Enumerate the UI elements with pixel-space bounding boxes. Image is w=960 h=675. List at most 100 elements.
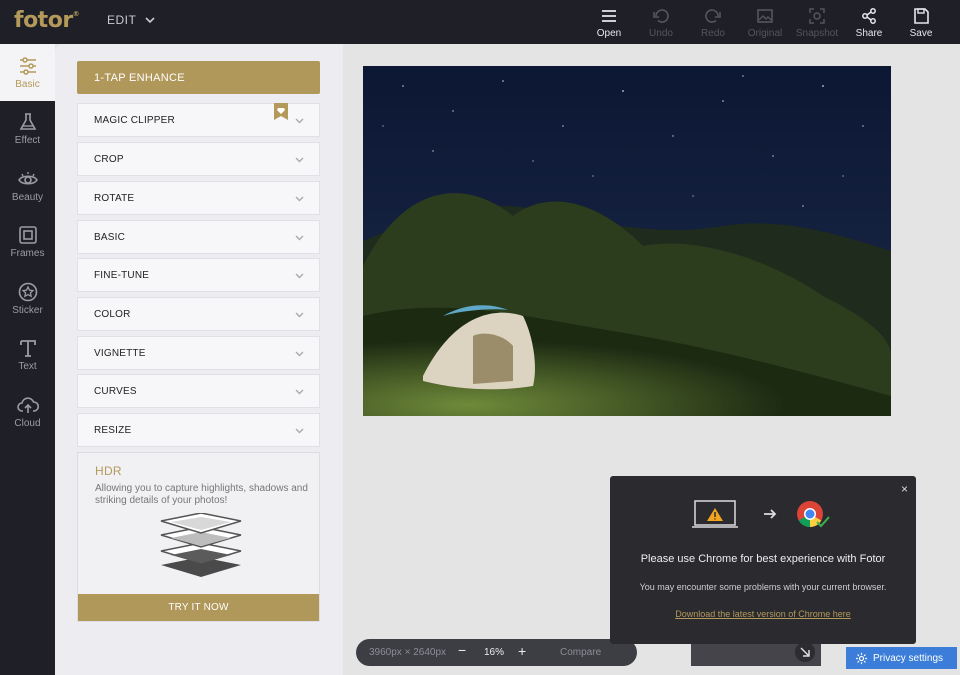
tool-label: RESIZE (94, 424, 132, 436)
fotor-logo[interactable]: fotor® (14, 8, 80, 33)
sidebar-item-label: Sticker (12, 304, 43, 316)
tool-rotate[interactable]: ROTATE (77, 181, 320, 215)
camera-icon (809, 8, 825, 24)
undo-label: Undo (649, 28, 673, 39)
save-label: Save (909, 28, 933, 39)
snapshot-label: Snapshot (795, 28, 839, 39)
frame-icon (18, 226, 37, 245)
tool-resize[interactable]: RESIZE (77, 413, 320, 447)
download-chrome-link[interactable]: Download the latest version of Chrome he… (610, 609, 916, 619)
edit-menu-label: EDIT (107, 13, 137, 27)
text-icon (19, 340, 36, 358)
chevron-down-icon (295, 235, 304, 241)
edit-menu[interactable]: EDIT (107, 13, 155, 27)
chevron-down-icon (145, 16, 155, 23)
close-icon[interactable]: × (901, 482, 908, 496)
undo-button[interactable]: Undo (635, 0, 687, 44)
redo-icon (705, 9, 721, 23)
premium-diamond-icon (274, 103, 288, 120)
snapshot-button[interactable]: Snapshot (791, 0, 843, 44)
tool-fine-tune[interactable]: FINE-TUNE (77, 258, 320, 292)
privacy-settings-button[interactable]: Privacy settings (846, 647, 957, 669)
image-dimensions: 3960px × 2640px (369, 647, 447, 658)
chevron-down-icon (295, 351, 304, 357)
one-tap-enhance-button[interactable]: 1-TAP ENHANCE (77, 61, 320, 94)
popup-title: Please use Chrome for best experience wi… (640, 553, 886, 565)
tool-label: CROP (94, 153, 124, 165)
tool-label: VIGNETTE (94, 347, 146, 359)
chevron-down-icon (295, 312, 304, 318)
eye-icon (17, 171, 38, 185)
flask-icon (19, 113, 36, 131)
zoom-bar: 3960px × 2640px − 16% + Compare (356, 639, 637, 666)
tool-vignette[interactable]: VIGNETTE (77, 336, 320, 370)
tool-label: MAGIC CLIPPER (94, 114, 175, 126)
popup-subtitle: You may encounter some problems with you… (639, 582, 887, 592)
sidebar-item-label: Basic (15, 78, 40, 90)
tool-label: COLOR (94, 308, 131, 320)
toolbar: Open Undo Redo Original Snapshot Share S… (583, 0, 960, 44)
redo-button[interactable]: Redo (687, 0, 739, 44)
sidebar-item-frames[interactable]: Frames (0, 214, 55, 271)
save-icon (914, 8, 929, 24)
tool-label: ROTATE (94, 192, 135, 204)
sidebar-item-label: Text (18, 361, 37, 373)
share-icon (862, 8, 876, 24)
hdr-layers-illustration (160, 513, 242, 577)
sidebar-item-cloud[interactable]: Cloud (0, 383, 55, 440)
compare-button[interactable]: Compare (560, 647, 601, 658)
hdr-title: HDR (95, 464, 122, 478)
tool-label: FINE-TUNE (94, 269, 150, 281)
sidebar-item-sticker[interactable]: Sticker (0, 270, 55, 327)
sidebar-item-effect[interactable]: Effect (0, 101, 55, 158)
tool-label: CURVES (94, 385, 137, 397)
sidebar-item-text[interactable]: Text (0, 327, 55, 384)
tool-curves[interactable]: CURVES (77, 374, 320, 408)
sliders-icon (19, 57, 36, 75)
original-button[interactable]: Original (739, 0, 791, 44)
chevron-down-icon (295, 196, 304, 202)
try-it-now-button[interactable]: TRY IT NOW (78, 594, 319, 621)
tool-basic[interactable]: BASIC (77, 220, 320, 254)
chevron-down-icon (295, 389, 304, 395)
laptop-warning-icon (692, 500, 738, 528)
share-label: Share (855, 28, 883, 39)
tool-magic-clipper[interactable]: MAGIC CLIPPER (77, 103, 320, 137)
undo-icon (653, 9, 669, 23)
browser-illustration (692, 500, 830, 528)
sidebar: Basic Effect Beauty Frames Sticker Text … (0, 44, 55, 675)
cloud-upload-icon (16, 397, 39, 413)
collapse-arrow-icon[interactable] (795, 642, 815, 662)
sidebar-item-beauty[interactable]: Beauty (0, 157, 55, 214)
hdr-description: Allowing you to capture highlights, shad… (95, 483, 308, 506)
photo-preview[interactable] (363, 66, 891, 416)
save-button[interactable]: Save (895, 0, 947, 44)
tool-label: BASIC (94, 231, 126, 243)
tool-panel: 1-TAP ENHANCE MAGIC CLIPPER CROP ROTATE … (55, 44, 343, 675)
redo-label: Redo (701, 28, 725, 39)
open-label: Open (596, 28, 622, 39)
sidebar-item-basic[interactable]: Basic (0, 44, 55, 101)
top-bar: fotor® EDIT Open Undo Redo Original Snap… (0, 0, 960, 44)
privacy-settings-label: Privacy settings (873, 652, 944, 664)
sidebar-item-label: Cloud (14, 417, 41, 429)
chevron-down-icon (295, 157, 304, 163)
tool-crop[interactable]: CROP (77, 142, 320, 176)
chevron-down-icon (295, 118, 304, 124)
tool-color[interactable]: COLOR (77, 297, 320, 331)
chevron-down-icon (295, 428, 304, 434)
share-button[interactable]: Share (843, 0, 895, 44)
gear-icon (855, 652, 868, 664)
zoom-out-button[interactable]: − (458, 642, 466, 658)
star-icon (18, 282, 37, 302)
image-icon (757, 9, 773, 23)
chrome-icon (797, 501, 830, 528)
hdr-promo-card: HDR Allowing you to capture highlights, … (77, 452, 320, 622)
sidebar-item-label: Effect (14, 135, 41, 147)
open-button[interactable]: Open (583, 0, 635, 44)
menu-icon (602, 10, 616, 22)
arrow-right-icon (764, 509, 777, 519)
zoom-level: 16% (484, 647, 505, 658)
sidebar-item-label: Beauty (11, 191, 44, 203)
zoom-in-button[interactable]: + (518, 643, 526, 659)
